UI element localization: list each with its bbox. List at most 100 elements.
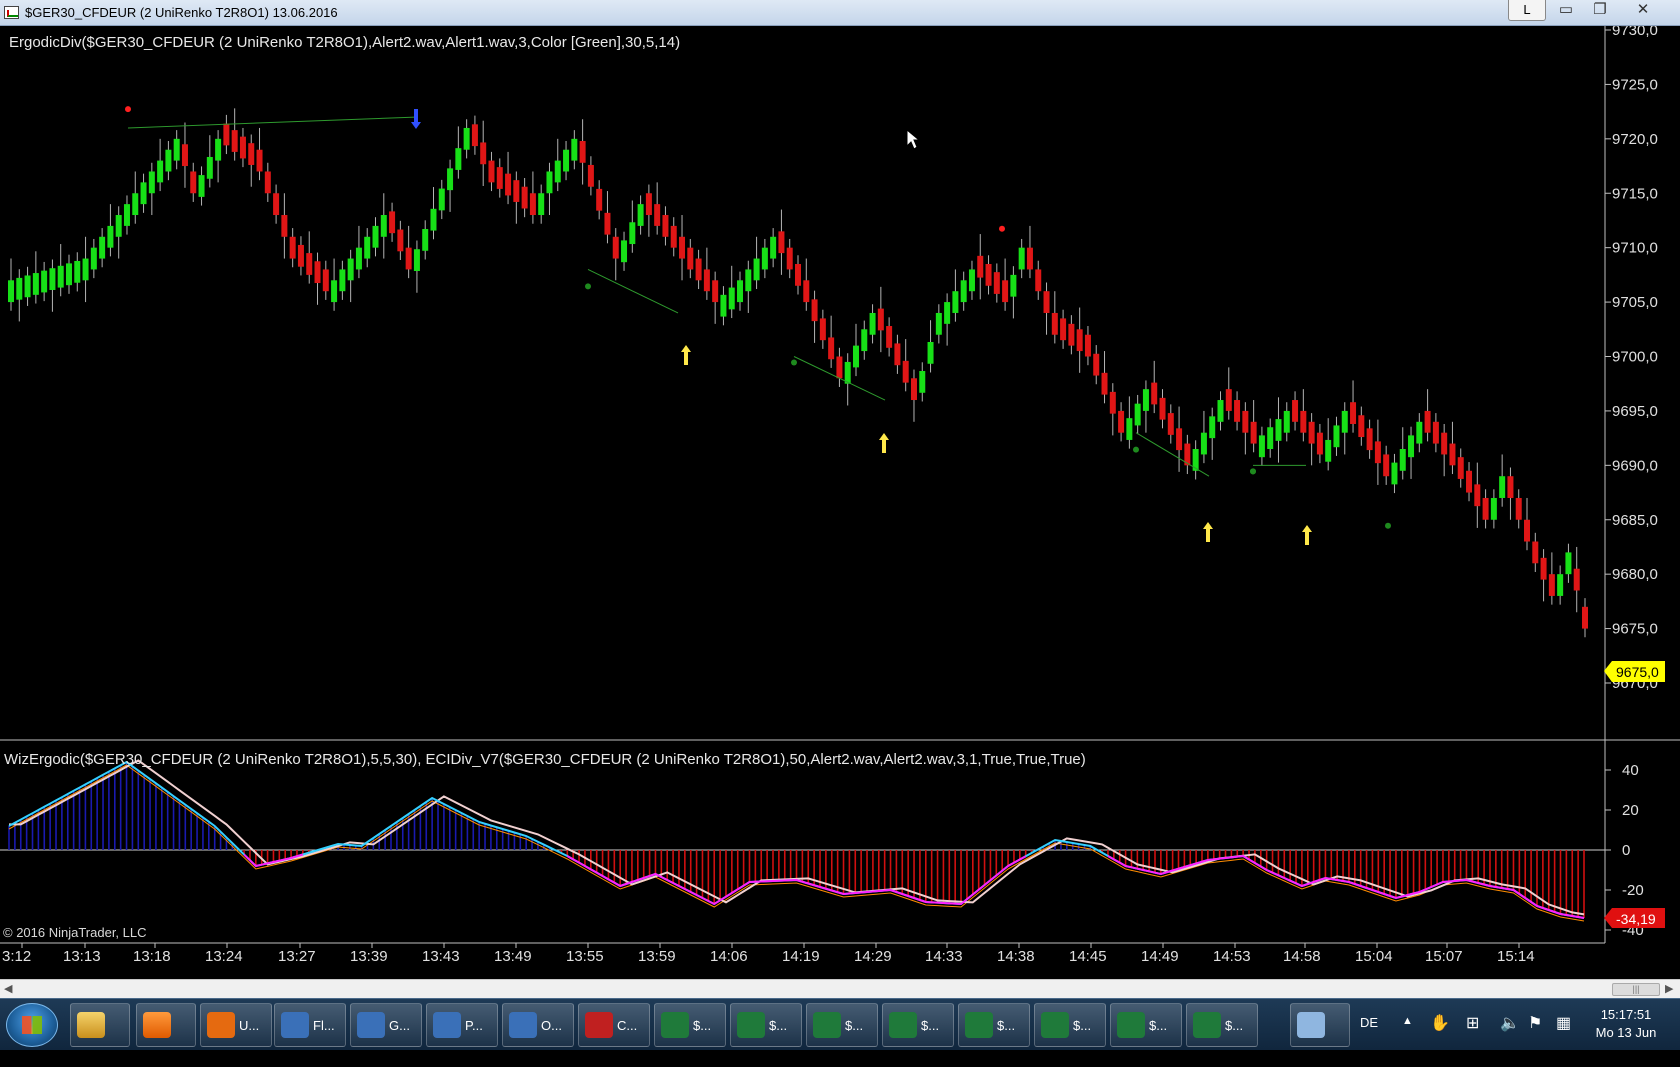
up-candle: [57, 265, 64, 288]
up-candle: [563, 149, 570, 172]
taskbar-window-label: G...: [389, 1018, 410, 1033]
down-candle: [819, 318, 826, 341]
taskbar-window-13[interactable]: $...: [1110, 1003, 1182, 1047]
down-candle: [1457, 457, 1464, 479]
taskbar-hand-tool[interactable]: [1290, 1003, 1350, 1047]
up-candle: [852, 345, 859, 368]
taskbar-app-icon: [207, 1012, 235, 1038]
taskbar-window-7[interactable]: $...: [654, 1003, 726, 1047]
chart-window-icon: [4, 6, 19, 19]
up-candle: [935, 312, 942, 335]
up-candle: [1557, 574, 1564, 596]
down-candle: [1176, 428, 1183, 451]
taskbar-window-4[interactable]: P...: [426, 1003, 498, 1047]
up-candle: [637, 204, 644, 226]
scroll-right-arrow-icon[interactable]: ▶: [1665, 982, 1673, 995]
down-candle: [596, 188, 603, 211]
chart-canvas[interactable]: 9730,0 9725,0 9720,0 9715,0 9710,0 9705,0 9700…: [0, 26, 1680, 979]
down-candle: [1424, 410, 1431, 433]
chart-area[interactable]: 9730,0 9725,0 9720,0 9715,0 9710,0 9705,0 9700…: [0, 26, 1680, 984]
close-button[interactable]: ✕: [1626, 0, 1660, 21]
taskbar-window-8[interactable]: $...: [730, 1003, 802, 1047]
up-candle: [115, 215, 122, 237]
up-candle: [1217, 400, 1224, 422]
tray-hand-icon[interactable]: ✋: [1430, 1013, 1450, 1065]
up-candle: [1416, 421, 1423, 444]
taskbar-window-3[interactable]: G...: [350, 1003, 422, 1047]
down-candle: [1548, 574, 1555, 596]
taskbar-window-label: C...: [617, 1018, 638, 1033]
time-axis-label: 13:39: [350, 948, 388, 965]
down-candle: [703, 269, 710, 292]
osc-axis-label: -20: [1622, 882, 1644, 899]
down-candle: [795, 263, 801, 286]
taskbar-window-12[interactable]: $...: [1034, 1003, 1106, 1047]
up-candle: [165, 149, 172, 172]
tray-expand-icon[interactable]: ▲: [1402, 1015, 1413, 1067]
down-candle: [1109, 391, 1116, 414]
down-candle: [1540, 557, 1547, 580]
scroll-thumb[interactable]: |||: [1612, 983, 1660, 996]
taskbar-app-icon: [813, 1012, 841, 1038]
price-axis-label: 9690,0: [1612, 457, 1658, 474]
down-candle: [670, 225, 677, 248]
up-candle: [927, 341, 934, 364]
taskbar-window-11[interactable]: $...: [958, 1003, 1030, 1047]
up-candle: [1325, 439, 1332, 462]
taskbar-app-icon: [1041, 1012, 1069, 1038]
swing-low-dot: [791, 359, 797, 366]
link-l-button[interactable]: L: [1508, 0, 1546, 21]
scroll-left-arrow-icon[interactable]: ◀: [4, 982, 12, 995]
down-candle: [1159, 397, 1166, 420]
price-axis-label: 9705,0: [1612, 294, 1658, 311]
up-candle: [32, 273, 39, 295]
volume-icon[interactable]: 🔈: [1500, 1013, 1520, 1065]
down-candle: [1383, 454, 1390, 477]
taskbar-app-icon: [1193, 1012, 1221, 1038]
up-candle: [844, 361, 851, 384]
taskbar-clock[interactable]: 15:17:51 Mo 13 Jun: [1586, 1006, 1666, 1042]
down-candle: [231, 130, 238, 152]
swing-high-dot: [125, 106, 131, 113]
taskbar-window-10[interactable]: $...: [882, 1003, 954, 1047]
taskbar-window-1[interactable]: U...: [200, 1003, 272, 1047]
taskbar-app-icon: [661, 1012, 689, 1038]
up-candle: [1018, 247, 1025, 270]
horizontal-scrollbar[interactable]: ◀ ||| ▶: [0, 979, 1680, 998]
taskbar-window-9[interactable]: $...: [806, 1003, 878, 1047]
osc-axis-label: 20: [1622, 802, 1639, 819]
up-candle: [919, 371, 926, 393]
time-axis-label: 13:27: [278, 948, 316, 965]
start-button[interactable]: [6, 1003, 58, 1047]
taskbar-explorer[interactable]: [70, 1003, 130, 1047]
taskbar-window-2[interactable]: Fl...: [274, 1003, 346, 1047]
up-candle: [621, 240, 628, 263]
down-candle: [488, 160, 495, 183]
time-axis-label: 13:43: [422, 948, 460, 965]
up-candle: [422, 229, 429, 251]
taskbar-window-6[interactable]: C...: [578, 1003, 650, 1047]
down-candle: [579, 141, 586, 163]
taskbar-window-14[interactable]: $...: [1186, 1003, 1258, 1047]
language-indicator[interactable]: DE: [1360, 1015, 1378, 1067]
buy-arrow-icon: [1302, 525, 1312, 545]
up-candle: [538, 193, 545, 216]
down-candle: [1374, 441, 1381, 464]
up-candle: [331, 280, 338, 303]
down-candle: [1316, 432, 1323, 455]
minimize-button[interactable]: ▭: [1549, 0, 1583, 21]
network-icon[interactable]: ▦: [1556, 1013, 1571, 1065]
down-candle: [281, 215, 288, 237]
taskbar-window-5[interactable]: O...: [502, 1003, 574, 1047]
up-candle: [869, 312, 876, 335]
price-indicator-label: ErgodicDiv($GER30_CFDEUR (2 UniRenko T2R…: [9, 34, 680, 51]
flag-icon[interactable]: ⚑: [1528, 1013, 1542, 1065]
tray-windows-icon[interactable]: ⊞: [1466, 1013, 1479, 1065]
up-candle: [753, 258, 760, 281]
up-candle: [16, 277, 23, 300]
last-price-tag: 9675,0: [1604, 661, 1665, 682]
down-candle: [803, 280, 810, 303]
restore-button[interactable]: ❐: [1583, 0, 1617, 21]
last-oscillator-tag: -34,19: [1604, 908, 1665, 928]
taskbar-media-player[interactable]: [136, 1003, 196, 1047]
